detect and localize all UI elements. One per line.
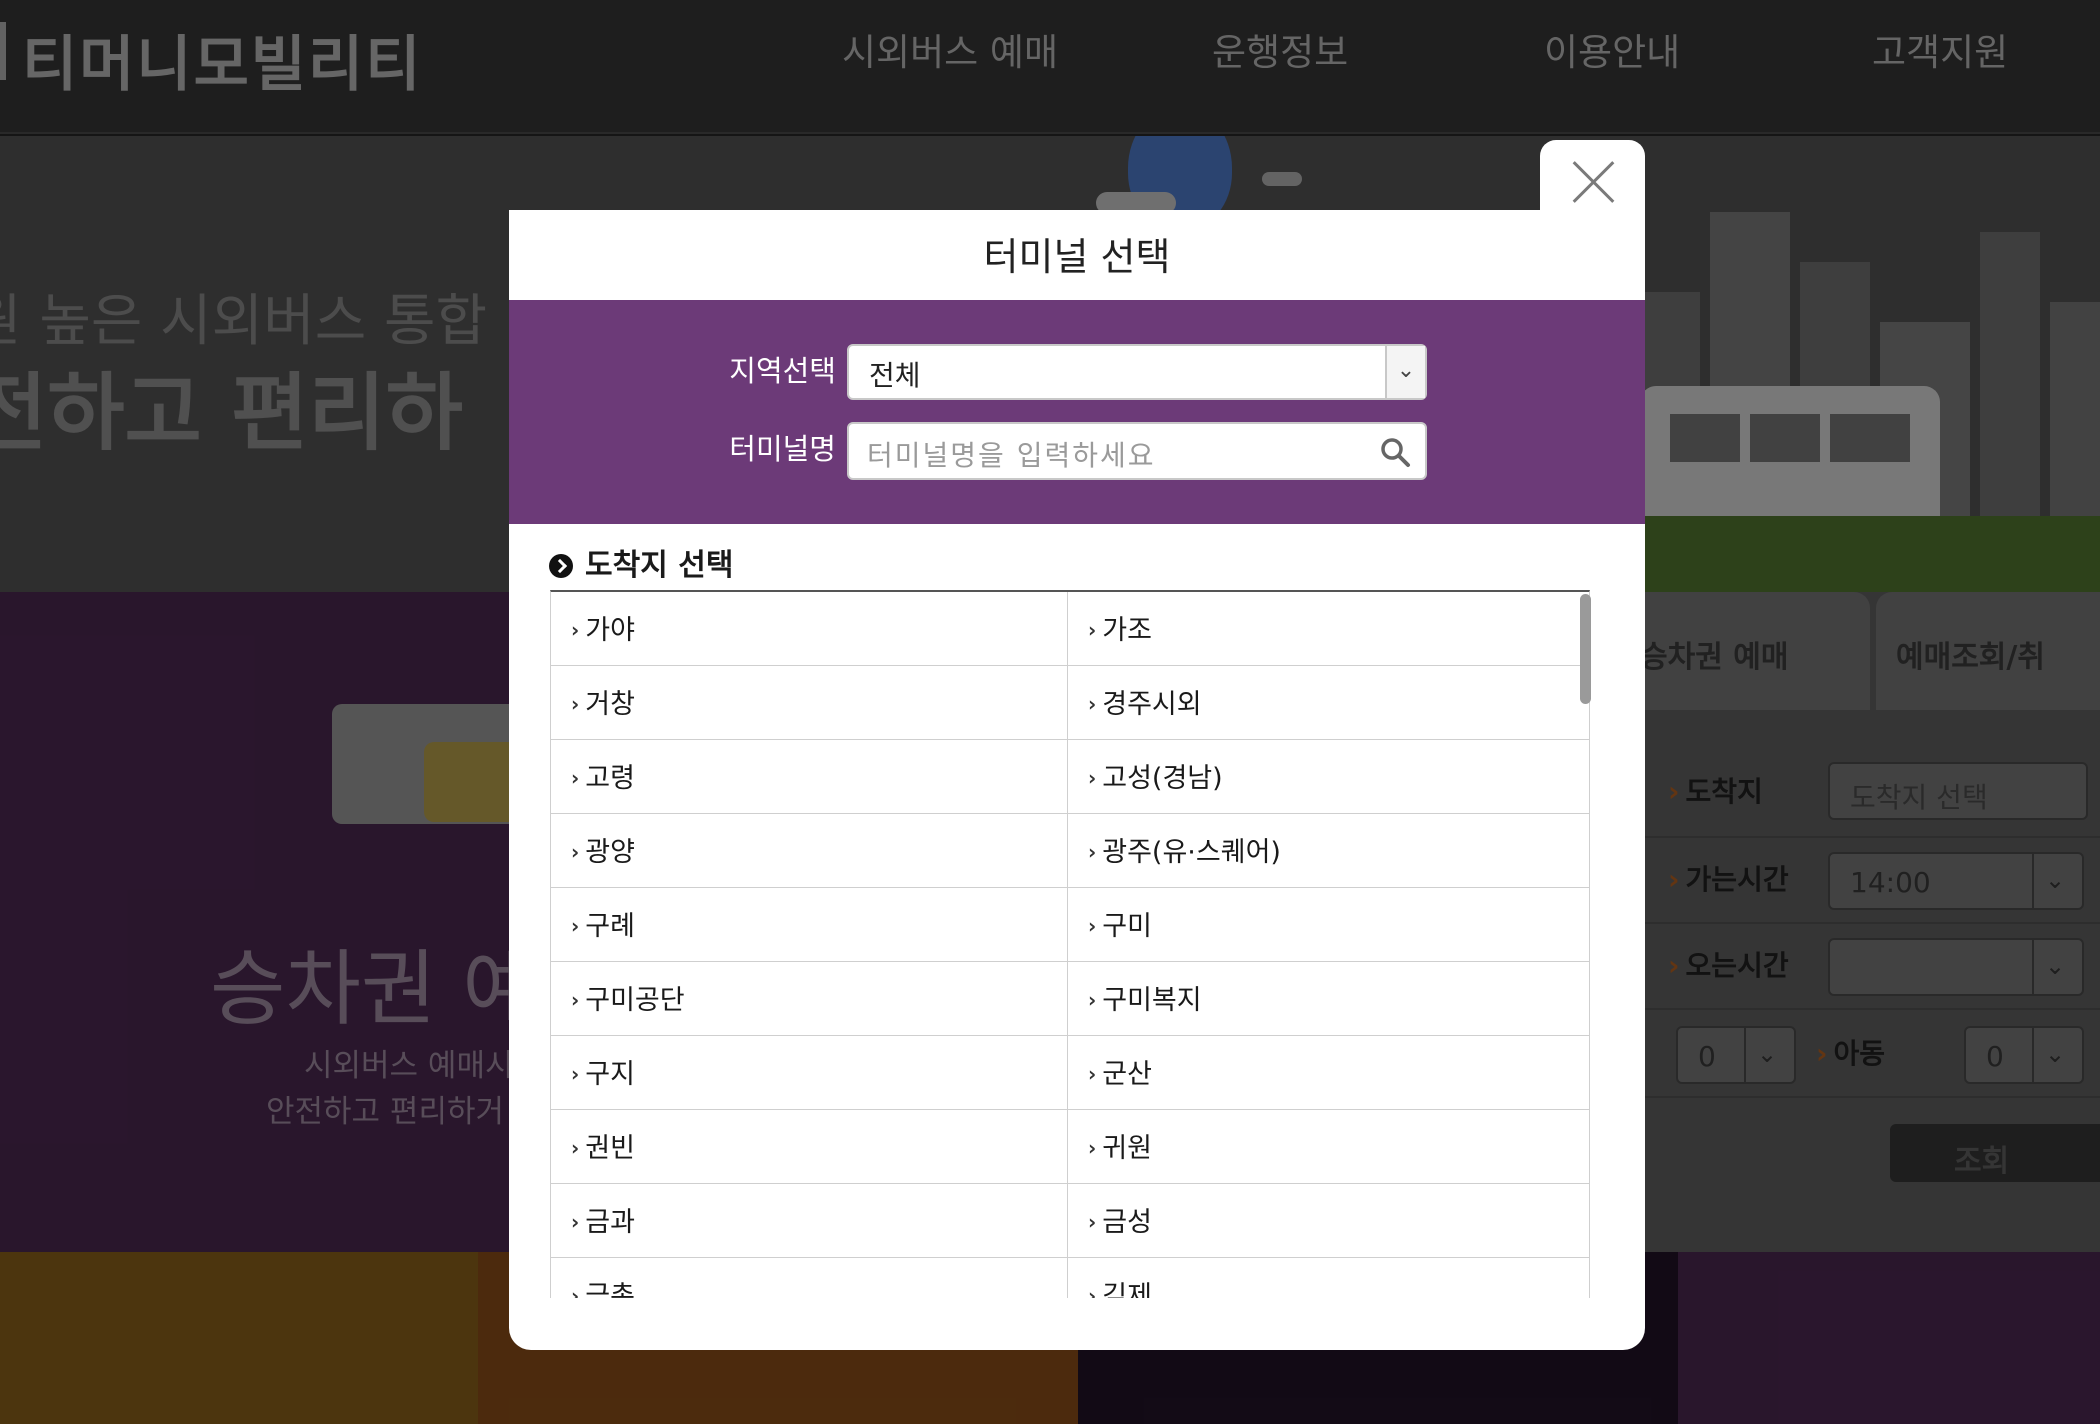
chevron-down-icon: ⌄ <box>1385 346 1425 398</box>
terminal-list-item[interactable]: › 군산 <box>1068 1036 1589 1110</box>
terminal-name: 구미복지 <box>1102 985 1202 1016</box>
modal-title: 터미널 선택 <box>983 235 1171 279</box>
terminal-name: 고성(경남) <box>1102 763 1223 794</box>
filter-panel: 지역선택 전체 ⌄ 터미널명 터미널명을 입력하세요 <box>509 300 1645 524</box>
terminal-select-modal: 터미널 선택 지역선택 전체 ⌄ 터미널명 터미널명을 입력하세요 도착지 선택… <box>509 210 1645 1350</box>
terminal-name: 금촌 <box>585 1281 635 1298</box>
chevron-right-icon: › <box>571 766 580 790</box>
chevron-right-icon: › <box>1088 1210 1097 1234</box>
terminal-name: 귀원 <box>1102 1133 1152 1164</box>
close-icon[interactable] <box>1572 160 1616 204</box>
chevron-right-icon: › <box>1088 766 1097 790</box>
terminal-list-item[interactable]: › 금촌 <box>551 1258 1068 1298</box>
terminal-list-item[interactable]: › 경주시외 <box>1068 666 1589 740</box>
search-icon[interactable] <box>1379 436 1411 468</box>
chevron-right-icon: › <box>571 1136 580 1160</box>
terminal-list-item[interactable]: › 금성 <box>1068 1184 1589 1258</box>
terminal-name: 광양 <box>585 837 635 868</box>
terminal-name-label: 터미널명 <box>729 432 836 466</box>
region-label: 지역선택 <box>729 354 836 388</box>
terminal-list-item[interactable]: › 광양 <box>551 814 1068 888</box>
terminal-list-item[interactable]: › 귀원 <box>1068 1110 1589 1184</box>
terminal-name: 구미공단 <box>585 985 685 1016</box>
terminal-list-item[interactable]: › 금과 <box>551 1184 1068 1258</box>
chevron-right-icon: › <box>1088 1136 1097 1160</box>
terminal-list-item[interactable]: › 고령 <box>551 740 1068 814</box>
terminal-name: 광주(유·스퀘어) <box>1102 837 1281 868</box>
terminal-list-item[interactable]: › 가조 <box>1068 592 1589 666</box>
terminal-name: 가조 <box>1102 615 1152 646</box>
chevron-right-icon: › <box>1088 988 1097 1012</box>
terminal-name: 김제 <box>1102 1281 1152 1298</box>
chevron-right-icon: › <box>1088 1284 1097 1298</box>
terminal-list-item[interactable]: › 광주(유·스퀘어) <box>1068 814 1589 888</box>
terminal-name: 권빈 <box>585 1133 635 1164</box>
chevron-right-icon: › <box>1088 914 1097 938</box>
terminal-list-item[interactable]: › 구지 <box>551 1036 1068 1110</box>
chevron-right-icon: › <box>571 618 580 642</box>
chevron-right-icon: › <box>571 1210 580 1234</box>
terminal-list-item[interactable]: › 구미복지 <box>1068 962 1589 1036</box>
terminal-name: 군산 <box>1102 1059 1152 1090</box>
terminal-list-item[interactable]: › 권빈 <box>551 1110 1068 1184</box>
terminal-list: › 가야 › 가조 › 거창 › 경주시외 › 고령 › 고성(경남) › 광양 › 광주(유·스퀘어) › 구례… <box>550 590 1590 1298</box>
list-scrollbar[interactable] <box>1580 594 1591 704</box>
arrival-section-heading: 도착지 선택 <box>549 540 733 584</box>
chevron-right-icon: › <box>571 692 580 716</box>
terminal-list-item[interactable]: › 구미 <box>1068 888 1589 962</box>
chevron-right-icon: › <box>1088 618 1097 642</box>
terminal-list-item[interactable]: › 거창 <box>551 666 1068 740</box>
terminal-name: 구지 <box>585 1059 635 1090</box>
chevron-right-icon: › <box>571 914 580 938</box>
chevron-right-icon: › <box>571 840 580 864</box>
region-select[interactable]: 전체 ⌄ <box>847 344 1427 400</box>
terminal-name: 고령 <box>585 763 635 794</box>
terminal-name-input[interactable]: 터미널명을 입력하세요 <box>847 422 1427 480</box>
terminal-name: 구례 <box>585 911 635 942</box>
chevron-right-icon: › <box>571 1284 580 1298</box>
terminal-name: 거창 <box>585 689 635 720</box>
chevron-right-icon: › <box>1088 840 1097 864</box>
chevron-right-icon: › <box>1088 692 1097 716</box>
chevron-right-icon: › <box>571 988 580 1012</box>
terminal-name: 금성 <box>1102 1207 1152 1238</box>
terminal-list-item[interactable]: › 가야 <box>551 592 1068 666</box>
terminal-name: 가야 <box>585 615 635 646</box>
terminal-list-item[interactable]: › 김제 <box>1068 1258 1589 1298</box>
terminal-name: 금과 <box>585 1207 635 1238</box>
terminal-list-item[interactable]: › 구미공단 <box>551 962 1068 1036</box>
terminal-list-item[interactable]: › 고성(경남) <box>1068 740 1589 814</box>
arrow-circle-icon <box>549 554 573 578</box>
chevron-right-icon: › <box>1088 1062 1097 1086</box>
terminal-name: 구미 <box>1102 911 1152 942</box>
chevron-right-icon: › <box>571 1062 580 1086</box>
terminal-list-item[interactable]: › 구례 <box>551 888 1068 962</box>
terminal-name: 경주시외 <box>1102 689 1202 720</box>
